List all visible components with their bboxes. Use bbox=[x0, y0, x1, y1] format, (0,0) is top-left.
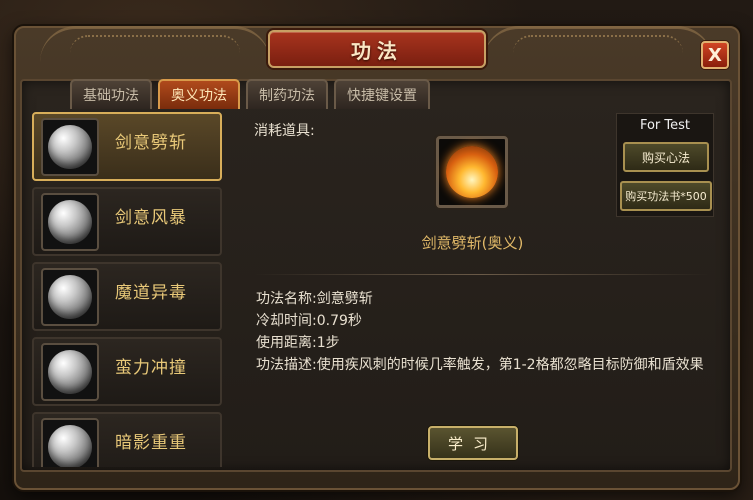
skill-icon-frame bbox=[41, 192, 99, 251]
info-row-range: 使用距离: 1步 bbox=[256, 332, 716, 354]
tab-label: 制药功法 bbox=[259, 88, 315, 104]
blade-orb-icon bbox=[48, 124, 92, 169]
consume-items-label: 消耗道具: bbox=[254, 123, 315, 139]
skill-item-sword-slash[interactable]: 剑意劈斩 bbox=[32, 112, 222, 181]
selected-skill-icon-frame bbox=[436, 136, 508, 208]
fire-orb-icon bbox=[446, 146, 498, 198]
charge-orb-icon bbox=[48, 349, 92, 394]
tab-alchemy-skills[interactable]: 制药功法 bbox=[246, 79, 328, 109]
tab-hotkey-settings[interactable]: 快捷键设置 bbox=[334, 79, 430, 109]
info-row-name: 功法名称: 剑意劈斩 bbox=[256, 288, 716, 310]
skill-info: 功法名称: 剑意劈斩 冷却时间: 0.79秒 使用距离: 1步 功法描述: 使用… bbox=[256, 288, 716, 376]
window-title: 功法 bbox=[351, 38, 403, 63]
poison-orb-icon bbox=[48, 274, 92, 319]
info-row-description: 功法描述: 使用疾风刺的时候几率触发，第1-2格都忽略目标防御和盾效果 bbox=[256, 354, 716, 376]
skill-name: 蛮力冲撞 bbox=[115, 358, 187, 378]
info-value: 0.79秒 bbox=[316, 313, 362, 329]
info-key: 冷却时间: bbox=[256, 313, 317, 329]
test-shop-box: For Test 购买心法 购买功法书*500 bbox=[616, 113, 714, 217]
info-value: 使用疾风刺的时候几率触发，第1-2格都忽略目标防御和盾效果 bbox=[316, 357, 704, 373]
skill-item-demon-poison[interactable]: 魔道异毒 bbox=[32, 262, 222, 331]
shadow-orb-icon bbox=[48, 424, 92, 467]
storm-orb-icon bbox=[48, 199, 92, 244]
skill-icon-frame bbox=[41, 342, 99, 401]
info-key: 功法描述: bbox=[256, 357, 317, 373]
skill-item-brute-charge[interactable]: 蛮力冲撞 bbox=[32, 337, 222, 406]
selected-skill-title: 剑意劈斩(奥义) bbox=[421, 234, 524, 252]
tab-basic-skills[interactable]: 基础功法 bbox=[70, 79, 152, 109]
tab-label: 奥义功法 bbox=[171, 88, 227, 104]
skill-name: 剑意风暴 bbox=[115, 208, 187, 228]
frame-ornament-right bbox=[483, 26, 713, 62]
skill-icon-frame bbox=[41, 117, 99, 176]
tab-label: 基础功法 bbox=[83, 88, 139, 104]
tab-bar: 基础功法 奥义功法 制药功法 快捷键设置 bbox=[70, 79, 430, 109]
skill-name: 剑意劈斩 bbox=[115, 133, 187, 153]
tab-ultimate-skills[interactable]: 奥义功法 bbox=[158, 79, 240, 109]
info-key: 使用距离: bbox=[256, 335, 317, 351]
skill-item-sword-storm[interactable]: 剑意风暴 bbox=[32, 187, 222, 256]
skill-icon-frame bbox=[41, 417, 99, 467]
frame-ornament-left bbox=[40, 26, 270, 62]
learn-button[interactable]: 学习 bbox=[428, 426, 518, 460]
info-value: 1步 bbox=[316, 335, 340, 351]
buy-method-button[interactable]: 购买心法 bbox=[623, 142, 709, 172]
close-button[interactable]: X bbox=[701, 41, 729, 69]
skill-item-shadow-layers[interactable]: 暗影重重 bbox=[32, 412, 222, 467]
info-value: 剑意劈斩 bbox=[316, 291, 373, 307]
skill-icon-frame bbox=[41, 267, 99, 326]
info-row-cooldown: 冷却时间: 0.79秒 bbox=[256, 310, 716, 332]
window-title-bar: 功法 bbox=[268, 30, 486, 68]
skill-name: 魔道异毒 bbox=[115, 283, 187, 303]
close-icon: X bbox=[708, 44, 722, 66]
skill-name: 暗影重重 bbox=[115, 433, 187, 453]
info-key: 功法名称: bbox=[256, 291, 317, 307]
buy-skill-book-button[interactable]: 购买功法书*500 bbox=[620, 181, 712, 211]
divider bbox=[254, 274, 709, 275]
tab-label: 快捷键设置 bbox=[347, 88, 417, 104]
skill-list[interactable]: 剑意劈斩 剑意风暴 魔道异毒 蛮力冲撞 暗影重重 bbox=[32, 112, 222, 467]
shop-header: For Test bbox=[639, 118, 691, 133]
